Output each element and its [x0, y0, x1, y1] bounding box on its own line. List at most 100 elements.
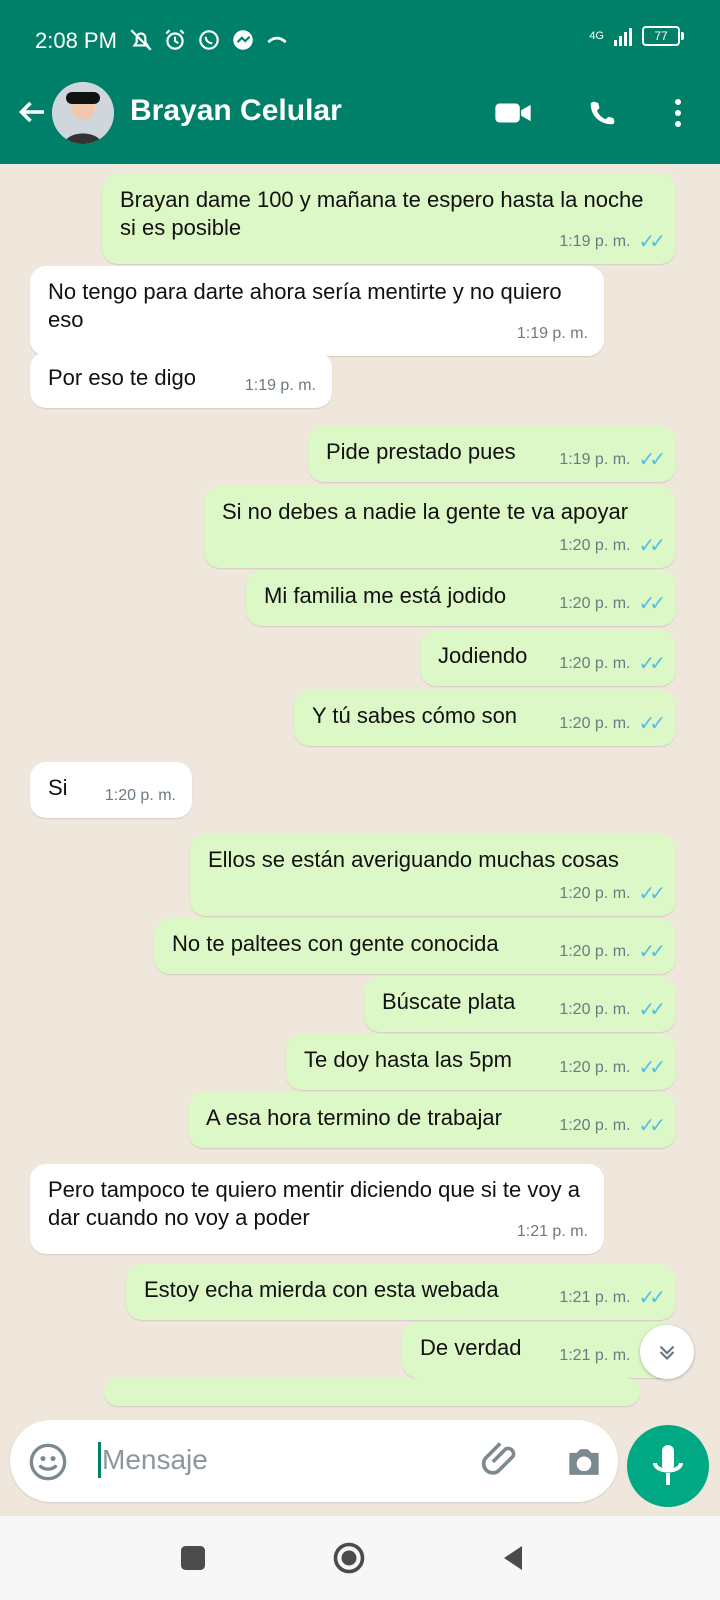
message-meta: 1:19 p. m.	[245, 372, 316, 400]
message-text: Pide prestado pues	[326, 439, 516, 464]
message-meta: 1:19 p. m.	[517, 320, 588, 348]
message-bubble[interactable]: Estoy echa mierda con esta webada 1:21 p…	[126, 1264, 676, 1320]
message-meta: 1:19 p. m. ✓✓	[559, 228, 666, 256]
message-time: 1:21 p. m.	[559, 1289, 631, 1306]
top-bar: 2:08 PM 4G 77 Brayan Celular	[0, 0, 720, 164]
message-bubble[interactable]: Jodiendo 1:20 p. m. ✓✓	[420, 630, 676, 686]
read-ticks-icon: ✓✓	[638, 593, 665, 615]
message-bubble[interactable]: Si no debes a nadie la gente te va apoya…	[204, 486, 676, 568]
read-ticks-icon: ✓✓	[638, 653, 665, 675]
message-meta: 1:20 p. m. ✓✓	[559, 710, 666, 738]
recent-apps-icon[interactable]	[175, 1540, 211, 1576]
message-time: 1:19 p. m.	[559, 451, 631, 468]
message-meta: 1:21 p. m. ✓✓	[559, 1284, 666, 1312]
message-bubble[interactable]: Ellos se están averiguando muchas cosas …	[190, 834, 676, 916]
message-bubble[interactable]: De verdad 1:21 p. m. ✓✓	[402, 1322, 676, 1378]
message-bubble[interactable]: Por eso te digo 1:19 p. m.	[30, 352, 332, 408]
message-time: 1:19 p. m.	[244, 377, 316, 394]
attach-icon[interactable]	[480, 1438, 524, 1482]
message-text: Búscate plata	[382, 989, 516, 1014]
composer: Mensaje	[0, 1420, 720, 1516]
avatar[interactable]	[52, 82, 114, 144]
back-icon[interactable]	[495, 1540, 531, 1576]
network-type: 4G	[589, 29, 604, 42]
emoji-icon[interactable]	[28, 1442, 68, 1482]
message-time: 1:20 p. m.	[559, 715, 631, 732]
more-icon[interactable]	[672, 98, 684, 128]
alarm-icon	[165, 29, 185, 50]
text-cursor	[98, 1442, 101, 1478]
message-text: No te paltees con gente conocida	[172, 931, 499, 956]
message-text: Por eso te digo	[48, 365, 196, 390]
chat-header: Brayan Celular	[0, 80, 720, 164]
mic-button[interactable]	[627, 1425, 709, 1507]
message-text: De verdad	[420, 1335, 522, 1360]
message-bubble[interactable]: Mi familia me está jodido 1:20 p. m. ✓✓	[246, 570, 676, 626]
read-ticks-icon: ✓✓	[638, 713, 665, 735]
status-time: 2:08 PM	[35, 28, 117, 53]
camera-icon[interactable]	[562, 1440, 606, 1484]
message-time: 1:19 p. m.	[516, 325, 588, 342]
read-ticks-icon: ✓✓	[638, 449, 665, 471]
message-bubble[interactable]: Búscate plata 1:20 p. m. ✓✓	[364, 976, 676, 1032]
message-text: Ellos se están averiguando muchas cosas	[208, 847, 619, 872]
status-bar: 2:08 PM 4G 77	[0, 0, 720, 80]
message-bubble[interactable]: Te doy hasta las 5pm 1:20 p. m. ✓✓	[286, 1034, 676, 1090]
message-meta: 1:20 p. m. ✓✓	[559, 532, 666, 560]
message-text: Si no debes a nadie la gente te va apoya…	[222, 499, 629, 524]
scroll-down-button[interactable]	[640, 1325, 694, 1379]
read-ticks-icon: ✓✓	[638, 883, 665, 905]
mute-icon	[130, 29, 152, 51]
message-text: Pero tampoco te quiero mentir diciendo q…	[48, 1177, 580, 1230]
message-meta: 1:20 p. m. ✓✓	[559, 590, 666, 618]
message-input[interactable]: Mensaje	[10, 1420, 618, 1502]
message-time: 1:20 p. m.	[104, 787, 176, 804]
message-time: 1:20 p. m.	[559, 1001, 631, 1018]
message-text: Jodiendo	[438, 643, 528, 668]
message-meta: 1:20 p. m. ✓✓	[559, 880, 666, 908]
message-time: 1:20 p. m.	[559, 537, 631, 554]
message-time: 1:20 p. m.	[559, 655, 631, 672]
battery-icon: 77	[642, 26, 684, 46]
messenger-icon	[233, 30, 253, 50]
message-placeholder: Mensaje	[102, 1444, 208, 1475]
message-bubble[interactable]: Brayan dame 100 y mañana te espero hasta…	[102, 174, 676, 264]
message-time: 1:21 p. m.	[516, 1223, 588, 1240]
message-text: Si	[48, 775, 68, 800]
status-icons	[128, 27, 290, 53]
message-bubble[interactable]: Pide prestado pues 1:19 p. m. ✓✓	[308, 426, 676, 482]
chat-area[interactable]: Brayan dame 100 y mañana te espero hasta…	[0, 164, 720, 1420]
message-time: 1:20 p. m.	[559, 595, 631, 612]
message-bubble[interactable]: Si 1:20 p. m.	[30, 762, 192, 818]
message-bubble[interactable]: No te paltees con gente conocida 1:20 p.…	[154, 918, 676, 974]
message-text: No tengo para darte ahora sería mentirte…	[48, 279, 562, 332]
message-bubble[interactable]: Pero tampoco te quiero mentir diciendo q…	[30, 1164, 604, 1254]
message-time: 1:20 p. m.	[559, 1059, 631, 1076]
message-bubble[interactable]: Y tú sabes cómo son 1:20 p. m. ✓✓	[294, 690, 676, 746]
arrow-left-icon[interactable]	[14, 94, 50, 130]
message-meta: 1:20 p. m. ✓✓	[559, 938, 666, 966]
read-ticks-icon: ✓✓	[638, 941, 665, 963]
message-time: 1:21 p. m.	[559, 1347, 631, 1364]
message-text: Y tú sabes cómo son	[312, 703, 518, 728]
read-ticks-icon: ✓✓	[638, 535, 665, 557]
message-text: Mi familia me está jodido	[264, 583, 507, 608]
read-ticks-icon: ✓✓	[638, 1057, 665, 1079]
message-time: 1:20 p. m.	[559, 885, 631, 902]
message-time: 1:20 p. m.	[559, 943, 631, 960]
missed-call-icon	[267, 36, 287, 44]
message-meta: 1:19 p. m. ✓✓	[559, 446, 666, 474]
message-meta: 1:21 p. m.	[517, 1218, 588, 1246]
read-ticks-icon: ✓✓	[638, 1287, 665, 1309]
message-bubble[interactable]: A esa hora termino de trabajar 1:20 p. m…	[188, 1092, 676, 1148]
signal-icon	[614, 26, 632, 46]
video-call-icon[interactable]	[494, 98, 532, 128]
message-bubble[interactable]: No tengo para darte ahora sería mentirte…	[30, 266, 604, 356]
partial-message-bubble	[104, 1378, 640, 1406]
read-ticks-icon: ✓✓	[638, 1115, 665, 1137]
home-icon[interactable]	[331, 1540, 367, 1576]
message-text: Te doy hasta las 5pm	[304, 1047, 512, 1072]
phone-icon[interactable]	[583, 98, 621, 128]
contact-name[interactable]: Brayan Celular	[130, 94, 342, 128]
android-navbar	[0, 1516, 720, 1600]
